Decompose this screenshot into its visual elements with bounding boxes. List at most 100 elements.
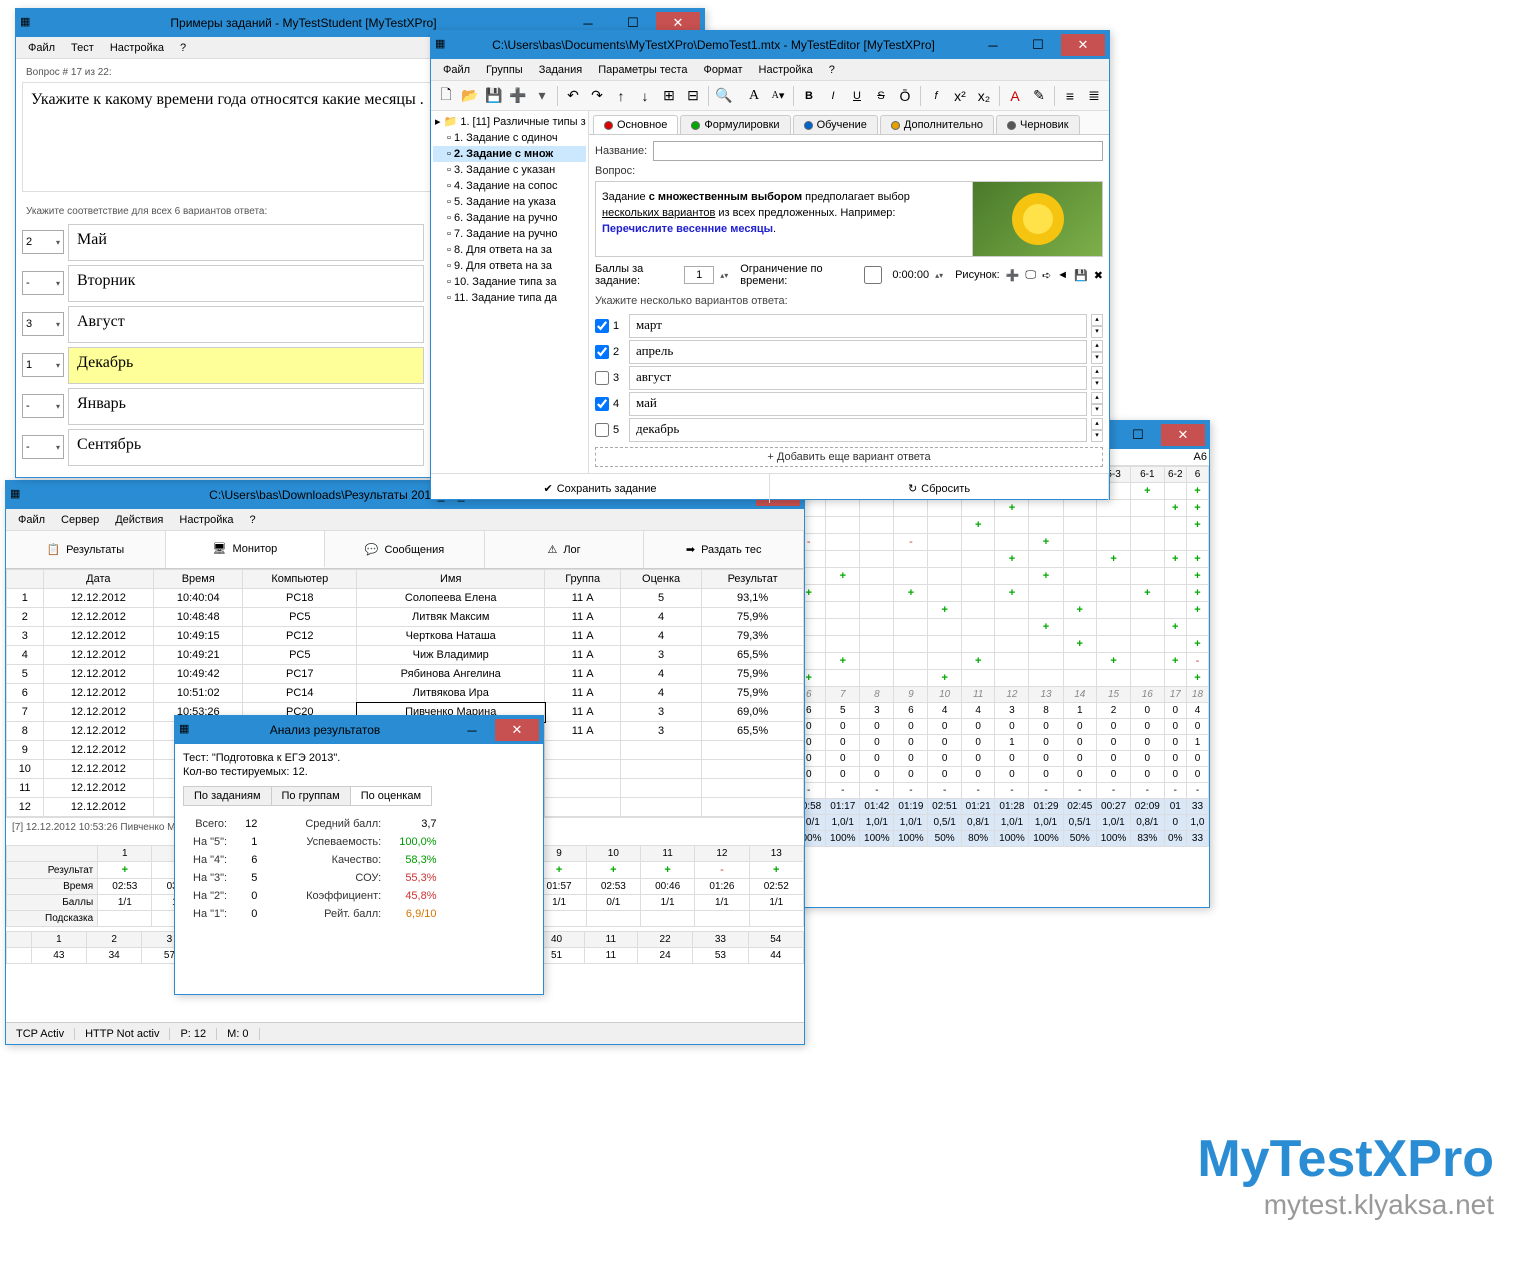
answer-text[interactable]: Вторник [68,265,424,302]
answer-select[interactable]: 3▾ [22,312,64,336]
results-tab[interactable]: ➡Раздать тес [644,531,804,568]
open-icon[interactable]: 📂 [459,85,481,107]
answer-text[interactable]: Сентябрь [68,429,424,466]
pic-add-icon[interactable]: ➕ [1006,269,1020,282]
analysis-tab[interactable]: По группам [271,786,350,806]
bold-icon[interactable]: B [798,85,820,107]
answer-select[interactable]: 1▾ [22,353,64,377]
score-input[interactable] [684,266,714,284]
new-icon[interactable]: 🗋 [435,85,457,107]
expand-icon[interactable]: ⊞ [658,85,680,107]
list-icon[interactable]: ≡ [1059,85,1081,107]
maximize-button[interactable]: ☐ [1016,34,1060,56]
add-icon[interactable]: ➕ [507,85,529,107]
tree-item[interactable]: ▫ 3. Задание с указан [433,162,586,178]
answer-text[interactable]: Май [68,224,424,261]
pic-save-icon[interactable]: 💾 [1074,269,1088,282]
analysis-tab[interactable]: По заданиям [183,786,271,806]
editor-tab[interactable]: Основное [593,115,678,134]
tree-item[interactable]: ▫ 8. Для ответа на за [433,242,586,258]
menu-item[interactable]: Группы [478,62,531,78]
menu-item[interactable]: Формат [695,62,750,78]
menu-item[interactable]: Задания [531,62,590,78]
formula-icon[interactable]: f [925,85,947,107]
tree-item[interactable]: ▫ 1. Задание с одиноч [433,130,586,146]
tree-item[interactable]: ▫ 4. Задание на сопос [433,178,586,194]
menu-item[interactable]: Тест [63,40,102,56]
close-button[interactable]: ✕ [1161,424,1205,446]
menu-item[interactable]: Файл [435,62,478,78]
pic-view-icon[interactable]: 🖵 [1025,269,1036,282]
save-task-button[interactable]: ✔ Сохранить задание [431,474,770,503]
menu-item[interactable]: Параметры теста [590,62,695,78]
tree-item[interactable]: ▫ 6. Задание на ручно [433,210,586,226]
sub-icon[interactable]: x₂ [973,85,995,107]
option-text[interactable]: март [629,314,1087,338]
tree-item[interactable]: ▫ 11. Задание типа да [433,290,586,306]
results-tab[interactable]: 🖥Монитор [166,531,326,568]
menu-item[interactable]: Файл [10,512,53,528]
analysis-titlebar[interactable]: ▦ Анализ результатов ─ ✕ [175,716,543,744]
strike-icon[interactable]: S [870,85,892,107]
down-icon[interactable]: ↓ [634,85,656,107]
results-tab[interactable]: ⚠Лог [485,531,645,568]
minimize-button[interactable]: ─ [971,34,1015,56]
tree-panel[interactable]: ▸ 📁 1. [11] Различные типы з▫ 1. Задание… [431,111,589,473]
font-smaller-icon[interactable]: A▾ [767,85,789,107]
tree-item[interactable]: ▫ 2. Задание с множ [433,146,586,162]
font-larger-icon[interactable]: A [743,85,765,107]
analysis-tab[interactable]: По оценкам [350,786,432,806]
tree-item[interactable]: ▫ 9. Для ответа на за [433,258,586,274]
option-checkbox[interactable] [595,371,609,385]
answer-select[interactable]: -▾ [22,394,64,418]
answer-text[interactable]: Август [68,306,424,343]
menu-item[interactable]: ? [821,62,843,78]
tree-item[interactable]: ▫ 7. Задание на ручно [433,226,586,242]
tree-item[interactable]: ▫ 10. Задание типа за [433,274,586,290]
pic-move-icon[interactable]: ➪ [1042,269,1051,282]
editor-tab[interactable]: Черновик [996,115,1080,134]
editor-tab[interactable]: Формулировки [680,115,790,134]
menu-item[interactable]: ? [172,40,194,56]
editor-tab[interactable]: Дополнительно [880,115,994,134]
close-button[interactable]: ✕ [1061,34,1105,56]
option-checkbox[interactable] [595,345,609,359]
answer-select[interactable]: 2▾ [22,230,64,254]
menu-item[interactable]: ? [242,512,264,528]
undo-icon[interactable]: ↶ [562,85,584,107]
results-tab[interactable]: 📋Результаты [6,531,166,568]
save-icon[interactable]: 💾 [483,85,505,107]
close-button[interactable]: ✕ [495,719,539,741]
underline-icon[interactable]: U [846,85,868,107]
redo-icon[interactable]: ↷ [586,85,608,107]
name-input[interactable] [653,141,1103,161]
option-text[interactable]: май [629,392,1087,416]
time-spin[interactable]: ▴▾ [935,271,943,280]
option-checkbox[interactable] [595,423,609,437]
editor-titlebar[interactable]: ▦ C:\Users\bas\Documents\MyTestXPro\Demo… [431,31,1109,59]
answer-select[interactable]: -▾ [22,271,64,295]
overline-icon[interactable]: Ō [894,85,916,107]
option-text[interactable]: август [629,366,1087,390]
menu-item[interactable]: Настройка [751,62,821,78]
tree-item[interactable]: ▫ 5. Задание на указа [433,194,586,210]
option-checkbox[interactable] [595,397,609,411]
option-checkbox[interactable] [595,319,609,333]
question-editor[interactable]: Задание с множественным выбором предпола… [595,181,1103,257]
dropdown-icon[interactable]: ▾ [531,85,553,107]
italic-icon[interactable]: I [822,85,844,107]
pic-delete-icon[interactable]: ✖ [1094,269,1103,282]
menu-item[interactable]: Настройка [102,40,172,56]
sup-icon[interactable]: x² [949,85,971,107]
editor-tab[interactable]: Обучение [793,115,878,134]
option-text[interactable]: декабрь [629,418,1087,442]
pic-left-icon[interactable]: ◄ [1057,269,1068,281]
tree-root[interactable]: ▸ 📁 1. [11] Различные типы з [433,113,586,130]
menu-item[interactable]: Действия [107,512,171,528]
answer-text[interactable]: Декабрь [68,347,424,384]
results-tab[interactable]: 💬Сообщения [325,531,485,568]
menu-item[interactable]: Настройка [171,512,241,528]
text-color-icon[interactable]: A [1004,85,1026,107]
maximize-button[interactable]: ☐ [1116,424,1160,446]
score-spin[interactable]: ▴▾ [720,271,728,280]
